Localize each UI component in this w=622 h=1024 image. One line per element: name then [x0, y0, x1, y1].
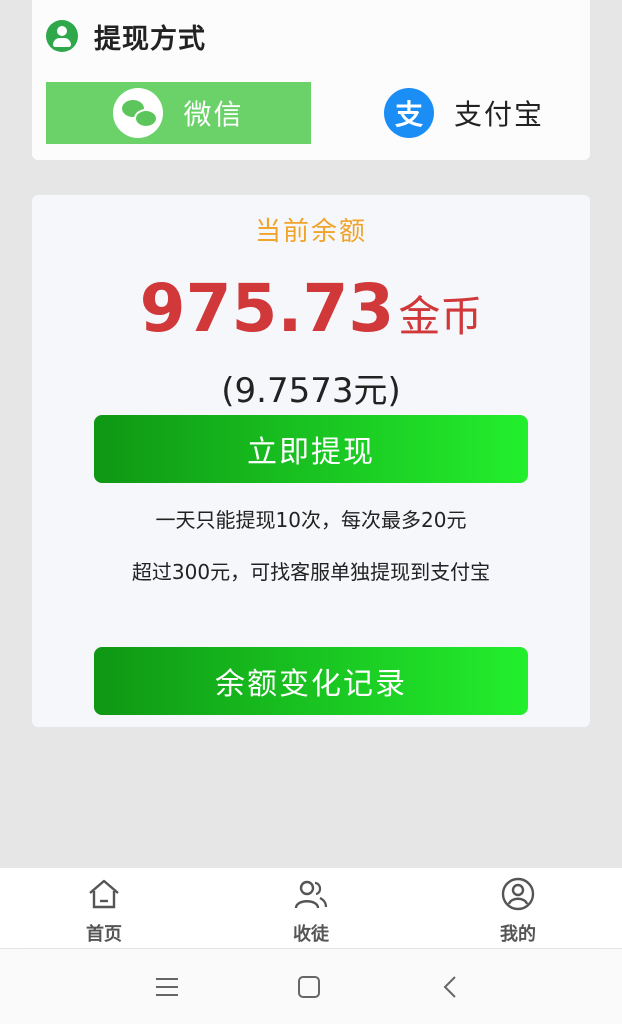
alipay-label: 支付宝 [453, 98, 544, 131]
withdraw-method-header: 提现方式 [46, 18, 206, 55]
balance-yuan-value: (9.7573元) [221, 371, 401, 411]
alipay-icon: 支 [383, 88, 434, 138]
tab-home-label: 首页 [86, 924, 122, 945]
tab-mine-label: 我的 [500, 924, 536, 945]
square-icon[interactable] [293, 971, 325, 1003]
tab-apprentices-label: 收徒 [293, 924, 329, 945]
balance-amount-row: 975.73金币 [32, 270, 590, 347]
withdraw-limit-note: 一天只能提现10次，每次最多20元 [155, 508, 467, 532]
user-icon [46, 20, 78, 52]
tab-mine[interactable]: 我的 [468, 876, 568, 946]
balance-records-button[interactable]: 余额变化记录 [94, 647, 528, 715]
balance-card: 当前余额 975.73金币 (9.7573元) 立即提现 一天只能提现10次，每… [32, 195, 590, 727]
balance-unit: 金币 [398, 292, 483, 341]
back-chevron-icon[interactable] [435, 971, 467, 1003]
balance-label: 当前余额 [254, 217, 367, 247]
large-withdraw-note: 超过300元，可找客服单独提现到支付宝 [131, 560, 491, 584]
bottom-tab-bar: 首页 收徒 我的 [0, 868, 622, 948]
balance-amount: 975.73 [139, 270, 395, 347]
alipay-option[interactable]: 支 支付宝 [344, 82, 584, 144]
wechat-label: 微信 [183, 98, 244, 131]
home-icon [89, 879, 119, 909]
person-circle-icon [501, 877, 535, 911]
withdraw-button[interactable]: 立即提现 [94, 415, 528, 483]
menu-icon[interactable] [151, 971, 183, 1003]
tab-home[interactable]: 首页 [54, 876, 154, 946]
tab-apprentices[interactable]: 收徒 [261, 876, 361, 946]
system-nav-bar [0, 949, 622, 1024]
wechat-option[interactable]: 微信 [46, 82, 311, 144]
withdraw-method-title: 提现方式 [94, 23, 206, 55]
people-icon [294, 880, 328, 909]
withdraw-method-card: 提现方式 微信 支 支付宝 [32, 0, 590, 160]
wechat-icon [113, 88, 164, 138]
